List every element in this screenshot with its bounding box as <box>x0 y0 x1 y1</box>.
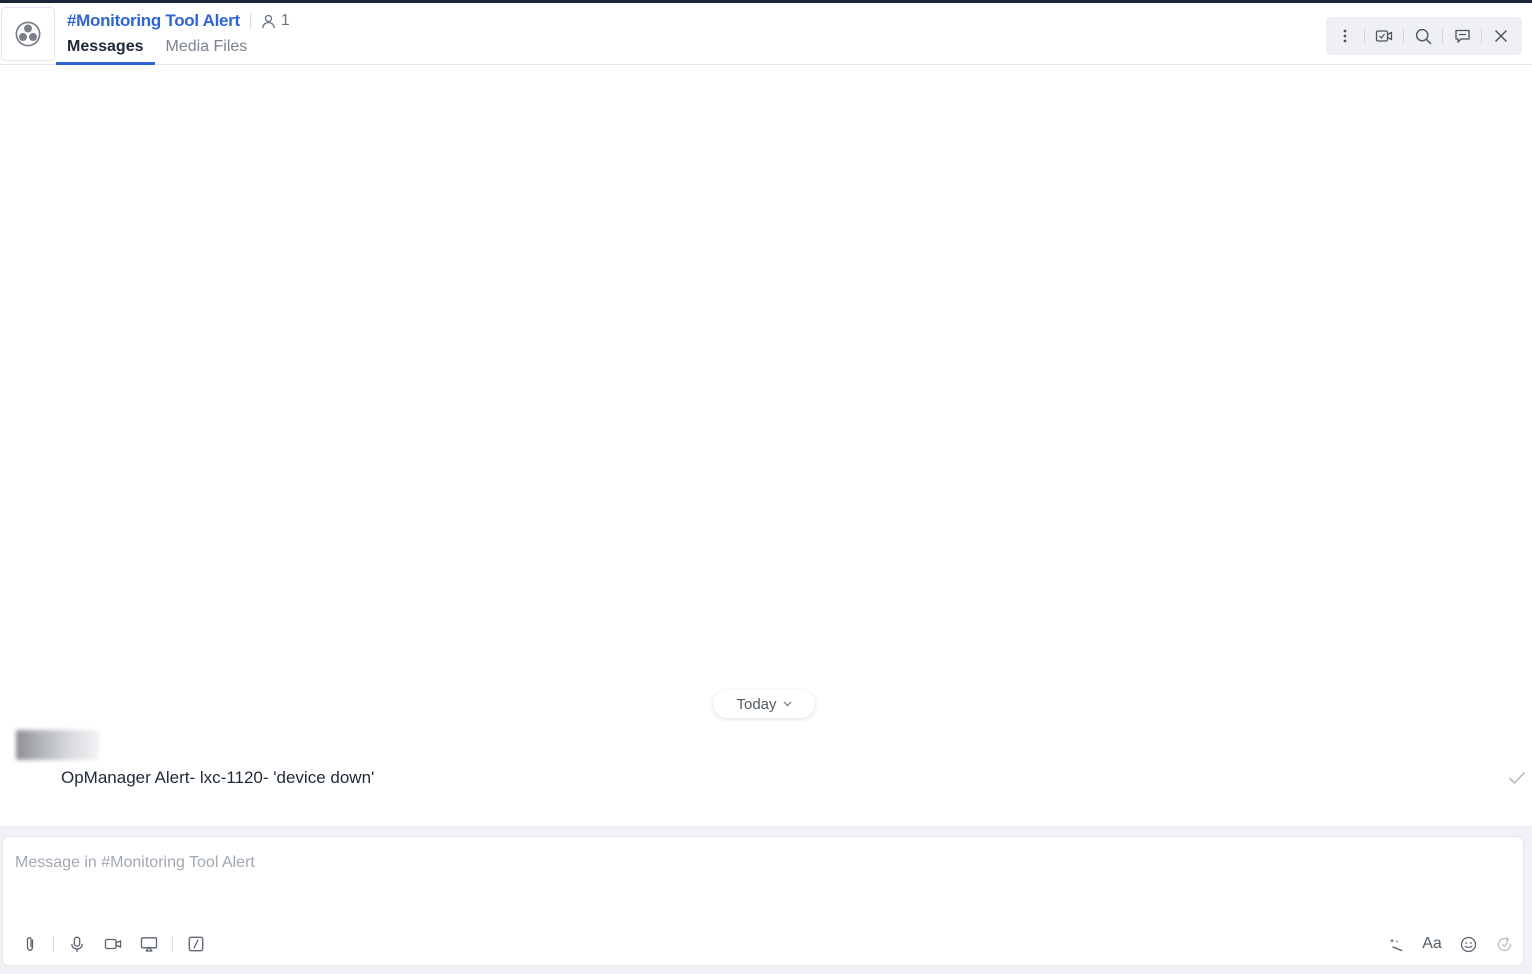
text-format-button[interactable]: Aa <box>1419 933 1445 955</box>
message-text: OpManager Alert- lxc-1120- 'device down' <box>61 768 375 787</box>
emoji-button[interactable] <box>1455 933 1481 955</box>
member-count-button[interactable]: 1 <box>261 12 290 30</box>
tab-messages[interactable]: Messages <box>56 35 155 65</box>
microphone-icon <box>71 936 83 952</box>
ai-assist-button[interactable] <box>1383 933 1409 955</box>
search-icon <box>1415 28 1431 44</box>
date-separator-label: Today <box>736 695 777 713</box>
chevron-down-icon <box>783 701 791 707</box>
composer-area: Aa <box>0 826 1532 974</box>
composer-formatting: Aa <box>1383 933 1517 955</box>
smiley-icon <box>1460 936 1476 952</box>
channel-title-row: #Monitoring Tool Alert 1 <box>67 10 290 32</box>
paperclip-icon <box>26 937 34 951</box>
schedule-send-button[interactable] <box>1491 933 1517 955</box>
sender-avatar-blurred[interactable] <box>16 730 99 760</box>
message-composer: Aa <box>2 836 1524 966</box>
start-meeting-button[interactable] <box>1365 17 1403 55</box>
close-chat-button[interactable] <box>1482 17 1520 55</box>
channel-header: #Monitoring Tool Alert 1 Messages Media … <box>0 3 1532 65</box>
composer-attachments <box>17 933 219 955</box>
tab-media-files[interactable]: Media Files <box>155 35 259 64</box>
more-vertical-icon <box>1343 29 1347 43</box>
delivered-check-icon <box>1508 771 1526 790</box>
refresh-send-icon <box>1497 936 1511 951</box>
voice-message-button[interactable] <box>64 933 90 955</box>
screen-share-icon <box>140 937 158 952</box>
more-options-button[interactable] <box>1326 17 1364 55</box>
composer-divider <box>172 936 173 952</box>
magic-wand-icon <box>1389 938 1403 952</box>
attach-button[interactable] <box>17 933 43 955</box>
close-icon <box>1495 30 1507 42</box>
search-button[interactable] <box>1404 17 1442 55</box>
user-icon <box>261 14 275 28</box>
video-camera-icon <box>104 938 122 950</box>
chat-thread-icon <box>1454 29 1470 43</box>
member-count-value: 1 <box>280 12 290 29</box>
threads-button[interactable] <box>1443 17 1481 55</box>
date-separator-dropdown[interactable]: Today <box>713 690 815 718</box>
channel-group-icon <box>15 21 41 47</box>
screen-share-button[interactable] <box>136 933 162 955</box>
composer-divider <box>53 936 54 952</box>
channel-tabs: Messages Media Files <box>56 35 258 65</box>
title-divider <box>249 13 251 29</box>
video-message-button[interactable] <box>100 933 126 955</box>
video-meeting-icon <box>1375 30 1393 42</box>
text-format-label: Aa <box>1422 935 1442 952</box>
channel-avatar[interactable] <box>1 7 55 61</box>
message-input[interactable] <box>15 851 1505 875</box>
slash-command-icon <box>188 936 204 952</box>
header-toolbar <box>1326 17 1522 55</box>
channel-title[interactable]: #Monitoring Tool Alert <box>67 11 240 31</box>
slash-commands-button[interactable] <box>183 933 209 955</box>
